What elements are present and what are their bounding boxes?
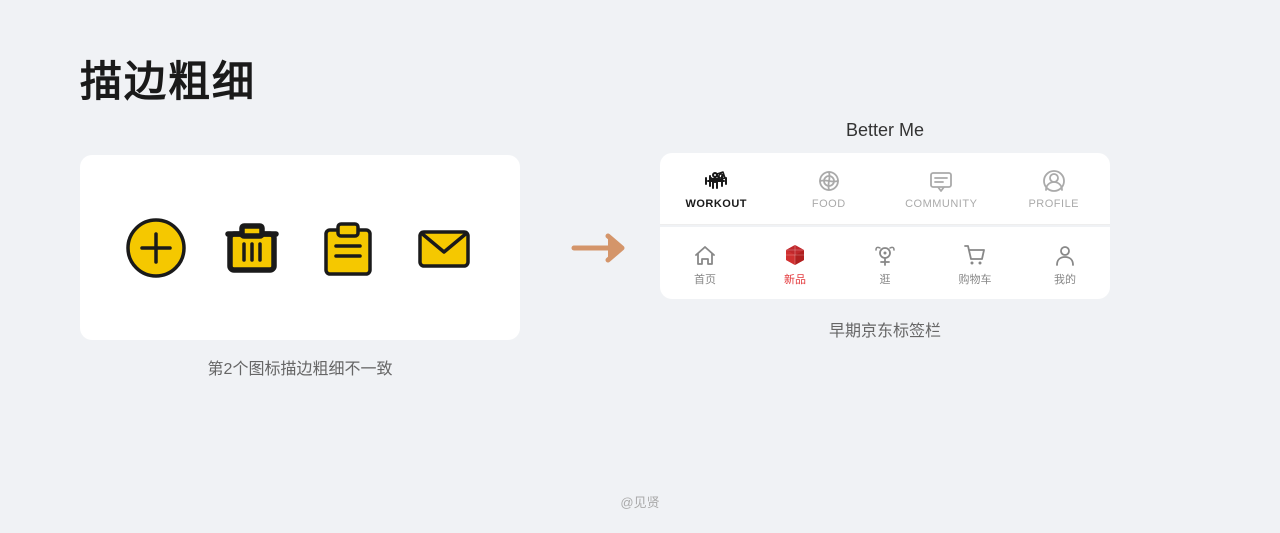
icon-trash xyxy=(220,216,284,280)
bottom-tab-bar: 首页 新品 xyxy=(660,227,1110,299)
arrow-wrapper xyxy=(540,155,660,340)
right-caption: 早期京东标签栏 xyxy=(660,317,1110,341)
community-icon xyxy=(928,168,954,194)
app-title: Better Me xyxy=(660,120,1110,141)
tab-cart[interactable]: 购物车 xyxy=(930,242,1020,287)
cart-label: 购物车 xyxy=(959,271,992,287)
tab-new[interactable]: 新品 xyxy=(750,242,840,287)
food-icon xyxy=(816,168,842,194)
left-caption: 第2个图标描边粗细不一致 xyxy=(80,355,520,379)
my-label: 我的 xyxy=(1054,271,1076,287)
tab-home[interactable]: 首页 xyxy=(660,242,750,287)
my-icon xyxy=(1052,242,1078,268)
browse-icon xyxy=(872,242,898,268)
footer: @见贤 xyxy=(0,492,1280,511)
left-card xyxy=(80,155,520,340)
footer-text: @见贤 xyxy=(620,495,659,510)
home-icon xyxy=(692,242,718,268)
tab-community[interactable]: COMMUNITY xyxy=(885,168,998,210)
page-title: 描边粗细 xyxy=(80,48,256,109)
tab-workout[interactable]: WORKOUT xyxy=(660,168,773,210)
icon-circle-plus xyxy=(124,216,188,280)
top-tab-bar: WORKOUT FOOD COMMUNITY xyxy=(660,153,1110,225)
profile-label: PROFILE xyxy=(1028,198,1079,210)
community-label: COMMUNITY xyxy=(905,198,977,210)
workout-icon xyxy=(703,168,729,194)
profile-icon xyxy=(1041,168,1067,194)
cart-icon xyxy=(962,242,988,268)
new-label: 新品 xyxy=(784,271,806,287)
tab-profile[interactable]: PROFILE xyxy=(998,168,1111,210)
tab-browse[interactable]: 逛 xyxy=(840,242,930,287)
icon-clipboard xyxy=(316,216,380,280)
workout-label: WORKOUT xyxy=(685,198,747,210)
browse-label: 逛 xyxy=(880,271,891,287)
arrow-right-icon xyxy=(570,228,630,268)
tab-food[interactable]: FOOD xyxy=(773,168,886,210)
home-label: 首页 xyxy=(694,271,716,287)
right-panel: Better Me WORKOUT xyxy=(660,120,1110,341)
new-product-icon xyxy=(782,242,808,268)
tab-my[interactable]: 我的 xyxy=(1020,242,1110,287)
icon-mail xyxy=(412,216,476,280)
food-label: FOOD xyxy=(812,198,846,210)
